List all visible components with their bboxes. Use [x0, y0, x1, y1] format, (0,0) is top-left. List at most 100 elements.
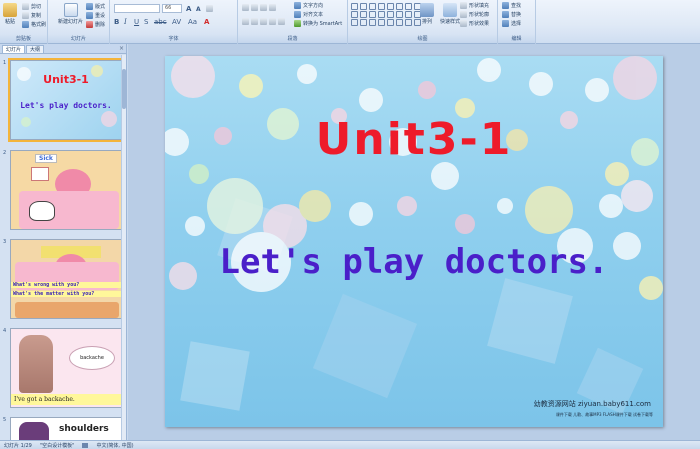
eraser-icon — [206, 5, 213, 12]
slide-thumbnail-3[interactable]: What's wrong with you? What's the matter… — [10, 239, 122, 319]
scissors-icon — [22, 3, 29, 10]
thumb-number: 5 — [3, 417, 7, 423]
quick-styles-button[interactable]: 快速样式 — [440, 3, 460, 25]
paste-icon — [3, 3, 17, 17]
font-name-combo[interactable] — [114, 4, 160, 13]
quick-styles-icon — [443, 3, 457, 17]
binoculars-icon — [502, 2, 509, 9]
align-buttons[interactable] — [242, 18, 285, 25]
numbering-icon — [251, 4, 258, 11]
reset-button[interactable]: 重设 — [86, 12, 105, 19]
font-group: 66 A A B I U S abc AV Aa A 字体 — [110, 0, 238, 44]
thumb-subtitle: Let's play doctors. — [20, 101, 112, 110]
select-button[interactable]: 选择 — [502, 20, 521, 27]
align-right-icon — [260, 18, 267, 25]
theme-name: "空白设计模板" — [39, 442, 75, 449]
slide-subtitle[interactable]: Let's play doctors. — [165, 242, 663, 282]
tab-slides[interactable]: 幻灯片 — [2, 45, 26, 53]
panel-close-icon[interactable]: × — [119, 45, 124, 52]
heart-picture — [31, 167, 49, 181]
delete-slide-button[interactable]: 删除 — [86, 21, 105, 28]
char-spacing-button[interactable]: AV — [172, 18, 181, 26]
change-case-button[interactable]: Aa — [188, 18, 197, 26]
thumb-number: 4 — [3, 328, 7, 334]
brush-icon — [22, 21, 29, 28]
slides-label: 幻灯片 — [48, 35, 109, 43]
clipboard-group: 粘贴 剪切 复制 格式刷 剪贴板 — [0, 0, 48, 44]
thumb-number: 3 — [3, 239, 7, 245]
new-slide-button[interactable]: 新建幻灯片 — [58, 3, 83, 25]
cursor-icon — [502, 20, 509, 27]
paste-button[interactable]: 粘贴 — [3, 3, 17, 25]
smartart-button[interactable]: 转换为 SmartArt — [294, 20, 342, 27]
strikethrough-button[interactable]: abc — [154, 18, 167, 26]
slide-thumbnail-1[interactable]: Unit3-1 Let's play doctors. — [8, 58, 124, 142]
thumbnail-scrollbar[interactable] — [121, 55, 126, 440]
align-center-icon — [251, 18, 258, 25]
status-bar: 幻灯片 1/29 "空白设计模板" 中文(简体, 中国) — [0, 440, 700, 449]
thumb-number: 1 — [3, 60, 7, 66]
scroll-thumb[interactable] — [122, 69, 126, 109]
shadow-button[interactable]: S — [144, 18, 148, 26]
clear-format-button[interactable] — [206, 5, 213, 12]
cut-button[interactable]: 剪切 — [22, 3, 41, 10]
italic-button[interactable]: I — [124, 18, 127, 26]
slide-counter: 幻灯片 1/29 — [4, 442, 32, 449]
thumb-line-2: What's the matter with you? — [11, 291, 121, 297]
slide-editing-area: Unit3-1 Let's play doctors. 幼教资源网站 ziyua… — [128, 44, 700, 440]
align-left-icon — [242, 18, 249, 25]
layout-button[interactable]: 版式 — [86, 3, 105, 10]
find-button[interactable]: 查找 — [502, 2, 521, 9]
font-label: 字体 — [110, 35, 237, 43]
underline-button[interactable]: U — [134, 18, 139, 26]
format-painter-button[interactable]: 格式刷 — [22, 21, 46, 28]
arrange-icon — [420, 3, 434, 17]
panel-tabs: 幻灯片 大纲 — [0, 44, 126, 54]
font-shrink-button[interactable]: A — [196, 6, 201, 13]
replace-button[interactable]: 替换 — [502, 11, 521, 18]
tab-outline[interactable]: 大纲 — [26, 45, 45, 53]
copy-button[interactable]: 复制 — [22, 12, 41, 19]
slide-title[interactable]: Unit3-1 — [165, 114, 663, 165]
font-grow-button[interactable]: A — [186, 5, 191, 13]
bold-button[interactable]: B — [114, 18, 119, 26]
bullets-button[interactable] — [242, 4, 276, 11]
shapes-gallery[interactable] — [351, 3, 422, 26]
reset-icon — [86, 12, 93, 19]
drawing-label: 绘图 — [348, 35, 497, 43]
indent-icon — [260, 4, 267, 11]
smartart-icon — [294, 20, 301, 27]
thumb-line-1: What's wrong with you? — [11, 282, 121, 288]
pen-icon — [460, 11, 467, 18]
speech-bubble: backache — [69, 346, 115, 370]
thumb-number: 2 — [3, 150, 7, 156]
arrange-button[interactable]: 排列 — [420, 3, 434, 25]
drawing-group: 排列 快速样式 形状填充 形状轮廓 形状效果 绘图 — [348, 0, 498, 44]
text-direction-button[interactable]: 文字方向 — [294, 2, 323, 9]
slide-thumbnail-5[interactable]: shoulders — [10, 417, 122, 440]
language-indicator[interactable]: 中文(简体, 中国) — [96, 442, 133, 449]
shape-outline-button[interactable]: 形状轮廓 — [460, 11, 489, 18]
editing-label: 编辑 — [498, 35, 535, 43]
clipboard-label: 剪贴板 — [0, 35, 47, 43]
font-color-button[interactable]: A — [204, 18, 209, 26]
paragraph-group: 文字方向 对齐文本 转换为 SmartArt 段落 — [238, 0, 348, 44]
copy-icon — [22, 12, 29, 19]
bubble-decoration — [101, 111, 117, 127]
current-slide[interactable]: Unit3-1 Let's play doctors. 幼教资源网站 ziyua… — [165, 56, 663, 427]
slide-thumbnail-4[interactable]: backache I've got a backache. — [10, 328, 122, 408]
shape-fill-button[interactable]: 形状填充 — [460, 2, 489, 9]
justify-icon — [269, 18, 276, 25]
font-size-combo[interactable]: 66 — [162, 4, 182, 13]
watermark-subtext: 课件下载 儿歌、故事MP3 FLASH课件下载 试卷下载等 — [555, 412, 653, 417]
new-slide-icon — [63, 3, 78, 17]
slides-panel: 幻灯片 大纲 × 1 Unit3-1 Let's play doctors. 2… — [0, 44, 127, 440]
columns-icon — [278, 18, 285, 25]
shape-effects-button[interactable]: 形状效果 — [460, 20, 489, 27]
spellcheck-icon[interactable] — [82, 442, 89, 448]
align-text-button[interactable]: 对齐文本 — [294, 11, 323, 18]
person-photo — [19, 422, 49, 440]
thumb-title: Unit3-1 — [43, 73, 89, 86]
slide-thumbnail-2[interactable]: Sick — [10, 150, 122, 230]
bubble-decoration — [21, 117, 31, 127]
